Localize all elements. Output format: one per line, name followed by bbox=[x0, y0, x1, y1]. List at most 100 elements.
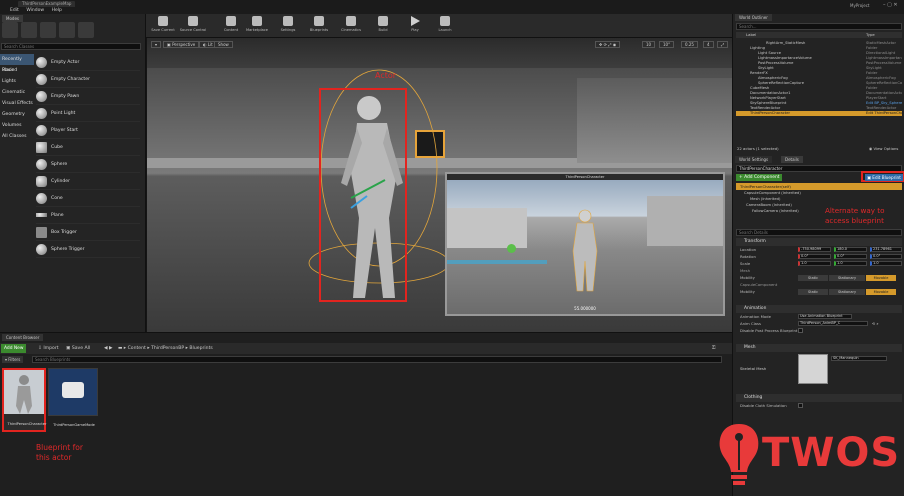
disable-pp-checkbox[interactable] bbox=[798, 328, 803, 333]
content-browser-tab[interactable]: Content Browser bbox=[2, 334, 44, 341]
category-volumes[interactable]: Volumes bbox=[0, 120, 34, 131]
scale-snap-button[interactable]: 0.25 bbox=[681, 41, 698, 48]
marketplace-button[interactable]: Marketplace bbox=[242, 16, 272, 36]
rotation-x-field[interactable]: 0.0° bbox=[798, 254, 831, 259]
cinematics-button[interactable]: Cinematics bbox=[336, 16, 366, 36]
content-search-input[interactable]: Search Blueprints bbox=[32, 356, 722, 363]
world-outliner-tab[interactable]: World Outliner bbox=[735, 14, 772, 21]
animation-section[interactable]: Animation bbox=[736, 305, 902, 313]
place-item[interactable]: Empty Pawn bbox=[36, 88, 140, 105]
filters-button[interactable]: ▾ Filters bbox=[2, 356, 24, 363]
history-arrows[interactable]: ◀ ▶ bbox=[104, 344, 113, 353]
source-control-button[interactable]: Source Control bbox=[178, 16, 208, 36]
save-current-button[interactable]: Save Current bbox=[148, 16, 178, 36]
scale-row: Scale 1.0 1.0 1.0 bbox=[736, 260, 902, 267]
category-visual-effects[interactable]: Visual Effects bbox=[0, 98, 34, 109]
place-item[interactable]: Player Start bbox=[36, 122, 140, 139]
rotation-z-field[interactable]: 0.0° bbox=[870, 254, 902, 259]
menu-window[interactable]: Window bbox=[26, 8, 44, 13]
category-lights[interactable]: Lights bbox=[0, 76, 34, 87]
location-x-field[interactable]: -750.98099 bbox=[798, 247, 831, 252]
import-button[interactable]: ⇩ Import bbox=[38, 344, 59, 353]
menu-edit[interactable]: Edit bbox=[10, 8, 19, 13]
grid-snap-button[interactable]: 10 bbox=[642, 41, 656, 48]
mobility-movable[interactable]: Movable bbox=[866, 289, 896, 295]
anim-class-select[interactable]: ThirdPerson_AnimBP_C bbox=[798, 321, 868, 326]
build-button[interactable]: Build bbox=[368, 16, 398, 36]
paint-mode-icon[interactable] bbox=[21, 22, 37, 38]
level-viewport[interactable]: ▾ ▣ Perspective ◐ Lit Show ✥ ⟳ ⤢ ◉ 10 10… bbox=[147, 38, 732, 332]
add-component-button[interactable]: + Add Component bbox=[736, 174, 783, 181]
player-start-icon bbox=[507, 244, 516, 253]
mesh-section[interactable]: Mesh bbox=[736, 344, 902, 352]
mobility-static[interactable]: Static bbox=[798, 289, 828, 295]
lock-icon[interactable]: ⚿ bbox=[712, 344, 716, 353]
breadcrumb-content[interactable]: Content bbox=[128, 346, 146, 351]
details-search-input[interactable]: Search Details bbox=[736, 229, 902, 236]
mobility-stationary[interactable]: Stationary bbox=[829, 289, 865, 295]
place-item[interactable]: Sphere bbox=[36, 156, 140, 173]
scale-y-field[interactable]: 1.0 bbox=[834, 261, 867, 266]
place-item[interactable]: Empty Character bbox=[36, 71, 140, 88]
place-mode-icon[interactable] bbox=[2, 22, 18, 38]
viewport-options-button[interactable]: ▾ bbox=[151, 41, 162, 48]
show-button[interactable]: Show bbox=[214, 41, 233, 48]
rotation-y-field[interactable]: 0.0° bbox=[834, 254, 867, 259]
settings-button[interactable]: Settings bbox=[273, 16, 303, 36]
place-item[interactable]: Sphere Trigger bbox=[36, 241, 140, 258]
launch-button[interactable]: Launch bbox=[430, 16, 460, 36]
breadcrumb-thirdpersonbp[interactable]: ThirdPersonBP bbox=[151, 346, 184, 351]
outliner-search-input[interactable]: Search... bbox=[736, 23, 902, 30]
details-tab[interactable]: Details bbox=[781, 156, 803, 163]
details-properties: Transform Location -750.98099 180.0 231.… bbox=[736, 238, 902, 409]
disable-cloth-checkbox[interactable] bbox=[798, 403, 803, 408]
place-item[interactable]: Plane bbox=[36, 207, 140, 224]
view-options-button[interactable]: ◉ View Options bbox=[869, 146, 898, 151]
place-items: Empty Actor Empty Character Empty Pawn P… bbox=[36, 54, 140, 258]
menu-help[interactable]: Help bbox=[52, 8, 62, 13]
geometry-mode-icon[interactable] bbox=[78, 22, 94, 38]
animation-mode-select[interactable]: Use Animation Blueprint bbox=[798, 314, 852, 319]
edit-blueprint-button[interactable]: ▣ Edit Blueprint bbox=[865, 174, 903, 181]
category-cinematic[interactable]: Cinematic bbox=[0, 87, 34, 98]
category-geometry[interactable]: Geometry bbox=[0, 109, 34, 120]
add-new-button[interactable]: Add New bbox=[1, 344, 27, 353]
place-item[interactable]: Empty Actor bbox=[36, 54, 140, 71]
browse-icons[interactable]: ⟲ ⌕ bbox=[872, 320, 879, 327]
location-y-field[interactable]: 180.0 bbox=[834, 247, 867, 252]
skeletal-mesh-select[interactable]: SK_Mannequin bbox=[831, 356, 887, 361]
breadcrumb-blueprints[interactable]: Blueprints bbox=[189, 346, 212, 351]
category-all-classes[interactable]: All Classes bbox=[0, 131, 34, 142]
world-settings-tab[interactable]: World Settings bbox=[735, 156, 773, 163]
asset-thirdpersongamemode[interactable]: ThirdPersonGameMode bbox=[48, 368, 98, 427]
place-item[interactable]: Cone bbox=[36, 190, 140, 207]
camera-speed-button[interactable]: 4 bbox=[703, 41, 714, 48]
place-item[interactable]: Box Trigger bbox=[36, 224, 140, 241]
clothing-section[interactable]: Clothing bbox=[736, 394, 902, 402]
mesh-thumbnail-icon[interactable] bbox=[798, 354, 828, 384]
asset-thirdpersoncharacter[interactable]: ThirdPersonCharacter bbox=[2, 368, 47, 432]
maximize-viewport-button[interactable]: ⤢ bbox=[717, 41, 729, 48]
play-button[interactable]: Play bbox=[400, 16, 430, 36]
perspective-button[interactable]: ▣ Perspective bbox=[163, 41, 200, 48]
save-all-button[interactable]: ▣ Save All bbox=[66, 344, 90, 353]
place-item[interactable]: Cylinder bbox=[36, 173, 140, 190]
scale-x-field[interactable]: 1.0 bbox=[798, 261, 831, 266]
outliner-row-selected[interactable]: ThirdPersonCharacterEdit ThirdPersonChar… bbox=[736, 111, 902, 116]
window-controls[interactable]: – ▢ ✕ bbox=[883, 2, 898, 8]
location-z-field[interactable]: 231.78961 bbox=[870, 247, 902, 252]
rotation-snap-button[interactable]: 10° bbox=[659, 41, 675, 48]
foliage-mode-icon[interactable] bbox=[59, 22, 75, 38]
marketplace-icon bbox=[252, 16, 262, 26]
place-item[interactable]: Cube bbox=[36, 139, 140, 156]
place-item[interactable]: Point Light bbox=[36, 105, 140, 122]
landscape-mode-icon[interactable] bbox=[40, 22, 56, 38]
component-self[interactable]: ThirdPersonCharacter(self) bbox=[736, 183, 902, 190]
transform-tools[interactable]: ✥ ⟳ ⤢ ◉ bbox=[595, 41, 621, 48]
modes-search-input[interactable]: Search Classes bbox=[1, 43, 141, 50]
blueprints-button[interactable]: Blueprints bbox=[304, 16, 334, 36]
category-recently-placed[interactable]: Recently Placed bbox=[0, 54, 34, 73]
transform-section[interactable]: Transform bbox=[736, 238, 902, 246]
modes-tab[interactable]: Modes bbox=[2, 15, 23, 22]
scale-z-field[interactable]: 1.0 bbox=[870, 261, 902, 266]
